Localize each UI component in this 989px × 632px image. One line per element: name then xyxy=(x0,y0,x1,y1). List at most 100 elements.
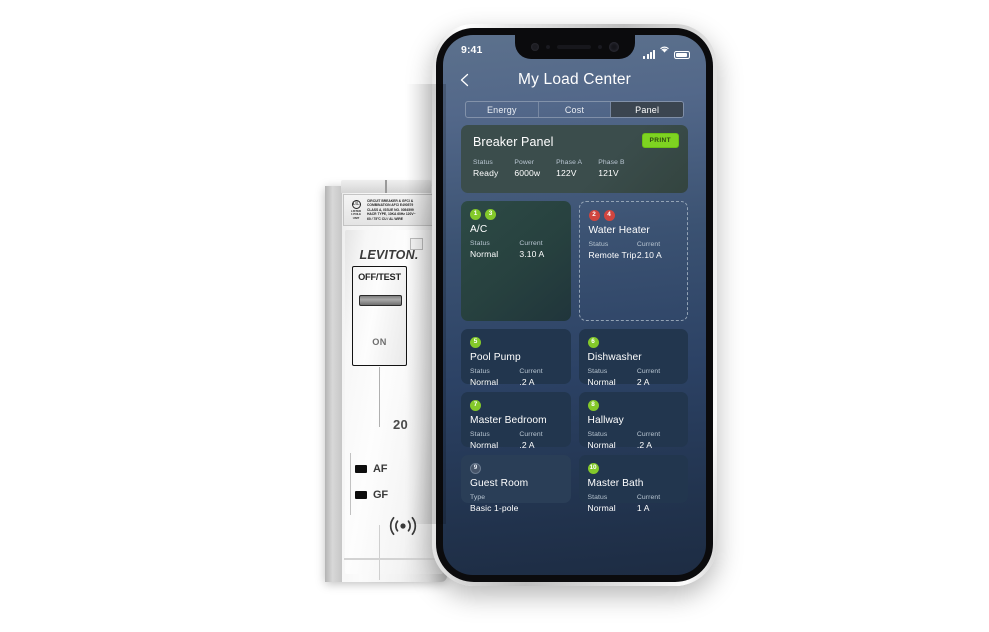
tab-energy[interactable]: Energy xyxy=(466,102,539,117)
tab-cost[interactable]: Cost xyxy=(539,102,612,117)
metric-power-value: 6000w xyxy=(514,168,541,178)
breaker-pool-pump-status-key: Status xyxy=(470,368,490,375)
breaker-pool-pump-current-value: .2 A xyxy=(519,377,535,387)
metric-phase-b-key: Phase B xyxy=(598,159,625,166)
breaker-master-bedroom-status-key: Status xyxy=(470,431,490,438)
breaker-guest-room-type-key: Type xyxy=(470,494,486,501)
breaker-master-bath-current: Current 1 A xyxy=(637,494,660,513)
breaker-panel-summary-card[interactable]: PRINT Breaker Panel Status Ready Power 6… xyxy=(461,125,688,193)
breaker-top-notch xyxy=(341,180,431,193)
badge-circuit-7: 7 xyxy=(470,400,481,411)
breaker-ac-status: Status Normal xyxy=(470,240,519,259)
breaker-master-bedroom-status-value: Normal xyxy=(470,440,499,450)
breaker-amperage: 20 xyxy=(393,417,409,432)
breaker-pool-pump-title: Pool Pump xyxy=(470,352,521,363)
switch-on-label: ON xyxy=(372,337,387,347)
page-title: My Load Center xyxy=(517,71,632,88)
breaker-dishwasher-title: Dishwasher xyxy=(587,352,642,363)
breaker-water-heater-status-key: Status xyxy=(588,241,609,248)
gf-indicator: GF xyxy=(355,489,388,501)
breaker-card-pool-pump[interactable]: 5 Pool Pump Status Normal Current .2 A xyxy=(461,329,571,387)
breaker-card-master-bedroom[interactable]: 7 Master Bedroom Status Normal Current .… xyxy=(461,392,571,450)
metric-phase-a-key: Phase A xyxy=(556,159,583,166)
af-indicator: AF xyxy=(355,463,387,475)
leviton-circuit-breaker: UL LISTED 1 POLE UNIT CIRCUIT BREAKER & … xyxy=(325,180,447,582)
switch-handle[interactable] xyxy=(359,295,402,306)
breaker-card-ac[interactable]: 1 3 A/C Status Normal Current 3.10 A xyxy=(461,201,571,321)
ul-circle-icon: UL xyxy=(351,199,361,209)
metric-phase-a-value: 122V xyxy=(556,168,577,178)
breaker-hallway-current-key: Current xyxy=(636,431,661,438)
metric-power-key: Power xyxy=(514,159,535,166)
breaker-ac-current: Current 3.10 A xyxy=(519,240,544,259)
breaker-ac-current-key: Current xyxy=(519,240,543,247)
cellular-signal-icon xyxy=(643,50,655,59)
metric-phase-a: Phase A 122V xyxy=(556,159,582,178)
breaker-side-rail xyxy=(325,186,342,582)
breaker-hallway-status: Status Normal xyxy=(588,431,637,450)
print-button[interactable]: PRINT xyxy=(641,133,679,148)
breaker-card-ac-body: 1 3 A/C Status Normal Current 3.10 A xyxy=(461,201,571,268)
back-chevron-icon[interactable] xyxy=(457,72,473,88)
breaker-master-bath-metrics: Status Normal Current 1 A xyxy=(588,494,680,513)
breaker-toggle-switch[interactable]: OFF/TEST ON xyxy=(352,266,407,366)
breaker-master-bedroom-status: Status Normal xyxy=(470,431,519,450)
status-time: 9:41 xyxy=(461,44,483,56)
amp-guide-line xyxy=(379,367,381,427)
panel-content-scroll[interactable]: PRINT Breaker Panel Status Ready Power 6… xyxy=(443,125,706,575)
breaker-hallway-badges: 8 xyxy=(587,400,680,411)
badge-circuit-5: 5 xyxy=(470,337,481,348)
phone-screen: 9:41 My Load Center Energy Cost Panel PR… xyxy=(443,35,706,575)
indicator-rail xyxy=(350,453,352,515)
breaker-card-hallway-body: 8 Hallway Status Normal Current .2 A xyxy=(579,392,689,459)
badge-circuit-4: 4 xyxy=(603,210,615,221)
breaker-ac-title: A/C xyxy=(470,224,488,235)
breaker-dishwasher-status-key: Status xyxy=(587,368,608,375)
af-label: AF xyxy=(373,463,388,475)
breaker-card-master-bath[interactable]: 10 Master Bath Status Normal Current 1 A xyxy=(578,455,688,513)
breaker-grid: 1 3 A/C Status Normal Current 3.10 A 2 4… xyxy=(461,201,688,513)
breaker-guest-room-badges: 9 xyxy=(470,463,562,474)
breaker-master-bedroom-metrics: Status Normal Current .2 A xyxy=(470,431,562,450)
breaker-card-water-heater[interactable]: 2 4 Water Heater Status Remote Trip Curr… xyxy=(578,201,688,321)
brand-square-mark xyxy=(410,238,423,250)
breaker-ac-metrics: Status Normal Current 3.10 A xyxy=(470,240,562,259)
summary-metrics: Status Ready Power 6000w Phase A 122V Ph… xyxy=(473,159,676,178)
breaker-water-heater-status-value: Remote Trip xyxy=(588,250,637,260)
breaker-card-dishwasher[interactable]: 6 Dishwasher Status Normal Current 2 A xyxy=(578,329,688,387)
breaker-card-pool-pump-body: 5 Pool Pump Status Normal Current .2 A xyxy=(461,329,571,396)
breaker-guest-room-metrics: Type Basic 1-pole xyxy=(470,494,562,513)
breaker-card-master-bedroom-body: 7 Master Bedroom Status Normal Current .… xyxy=(461,392,571,459)
segmented-tab-control[interactable]: Energy Cost Panel xyxy=(465,101,684,118)
breaker-dishwasher-current-value: 2 A xyxy=(636,377,650,387)
breaker-dishwasher-current: Current 2 A xyxy=(637,368,660,387)
breaker-master-bath-current-value: 1 A xyxy=(636,503,650,513)
breaker-dishwasher-current-key: Current xyxy=(636,368,661,375)
breaker-hallway-title: Hallway xyxy=(587,415,624,426)
breaker-master-bath-status-value: Normal xyxy=(587,503,616,513)
breaker-card-guest-room[interactable]: 9 Guest Room Type Basic 1-pole xyxy=(461,455,571,513)
metric-status-value: Ready xyxy=(473,168,499,178)
breaker-card-dishwasher-body: 6 Dishwasher Status Normal Current 2 A xyxy=(579,329,689,396)
battery-icon xyxy=(674,51,690,59)
breaker-water-heater-current-value: 2.10 A xyxy=(636,250,662,260)
metric-power: Power 6000w xyxy=(514,159,540,178)
breaker-water-heater-badges: 2 4 xyxy=(588,210,679,221)
badge-circuit-6: 6 xyxy=(587,337,599,348)
tab-panel[interactable]: Panel xyxy=(611,102,683,117)
breaker-guest-room-title: Guest Room xyxy=(470,478,529,489)
breaker-master-bedroom-title: Master Bedroom xyxy=(470,415,547,426)
metric-phase-b-value: 121V xyxy=(598,168,619,178)
breaker-pool-pump-current: Current .2 A xyxy=(519,368,542,387)
breaker-hallway-metrics: Status Normal Current .2 A xyxy=(588,431,680,450)
breaker-card-hallway[interactable]: 8 Hallway Status Normal Current .2 A xyxy=(578,392,688,450)
breaker-seam xyxy=(344,558,444,560)
breaker-water-heater-metrics: Status Remote Trip Current 2.10 A xyxy=(589,241,679,260)
breaker-master-bedroom-current-value: .2 A xyxy=(519,440,535,450)
breaker-ac-status-key: Status xyxy=(470,240,490,247)
breaker-hallway-current-value: .2 A xyxy=(636,440,653,450)
breaker-ac-current-value: 3.10 A xyxy=(519,249,545,259)
breaker-bottom-guide xyxy=(379,525,381,580)
breaker-master-bedroom-current-key: Current xyxy=(519,431,543,438)
breaker-pool-pump-badges: 5 xyxy=(470,337,562,348)
